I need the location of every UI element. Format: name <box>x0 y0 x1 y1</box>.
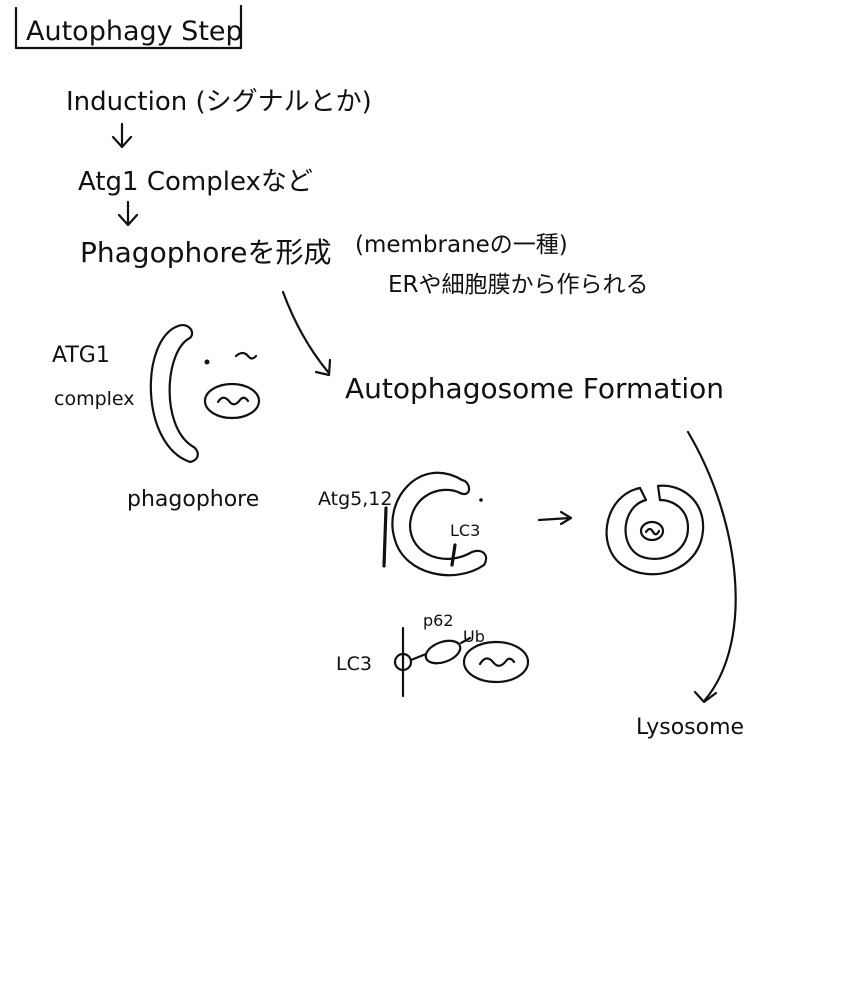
autophagosome <box>605 484 705 576</box>
title-box: Autophagy Step <box>14 4 243 50</box>
ubiquitinated-cargo <box>462 640 530 684</box>
lc3-membrane-anchor <box>393 626 428 698</box>
membrane-note: (membraneの一種) <box>355 232 568 258</box>
autophagy-notes-canvas: Autophagy Step Induction (シグナルとか) Atg1 C… <box>14 4 744 740</box>
step-induction: Induction (シグナルとか) <box>66 87 372 117</box>
atg-marker-bar <box>382 506 388 568</box>
phagophore-crescent <box>149 324 199 464</box>
step-phagophore-formation: Phagophoreを形成 <box>80 236 331 269</box>
down-arrow-icon <box>111 122 133 149</box>
lc3-label: LC3 <box>450 521 480 540</box>
phagophore-label: phagophore <box>127 487 259 512</box>
lysosome-label: Lysosome <box>636 715 744 740</box>
lysosome-arrow-icon <box>686 430 737 704</box>
dot-marker <box>204 359 210 365</box>
formation-heading: Autophagosome Formation <box>345 372 724 405</box>
tilde-mark <box>234 351 258 360</box>
curved-arrow-icon <box>281 290 332 377</box>
right-arrow-icon <box>537 510 573 526</box>
dot-marker <box>479 498 483 502</box>
step-atg-complex: Atg1 Complexなど <box>78 167 313 197</box>
membrane-origin-note: ERや細胞膜から作られる <box>388 272 649 298</box>
atg5-12-label: Atg5,12 <box>318 488 392 510</box>
lc3-marker-bar <box>450 543 457 567</box>
atg1-label: ATG1 <box>52 343 110 368</box>
complex-label: complex <box>54 388 135 410</box>
cargo-vesicle <box>203 382 261 420</box>
down-arrow-icon <box>117 200 139 227</box>
p62-label: p62 <box>423 611 454 630</box>
lc3-row-label: LC3 <box>336 653 372 675</box>
page-title: Autophagy Step <box>26 16 243 47</box>
p62-blob <box>424 639 462 665</box>
